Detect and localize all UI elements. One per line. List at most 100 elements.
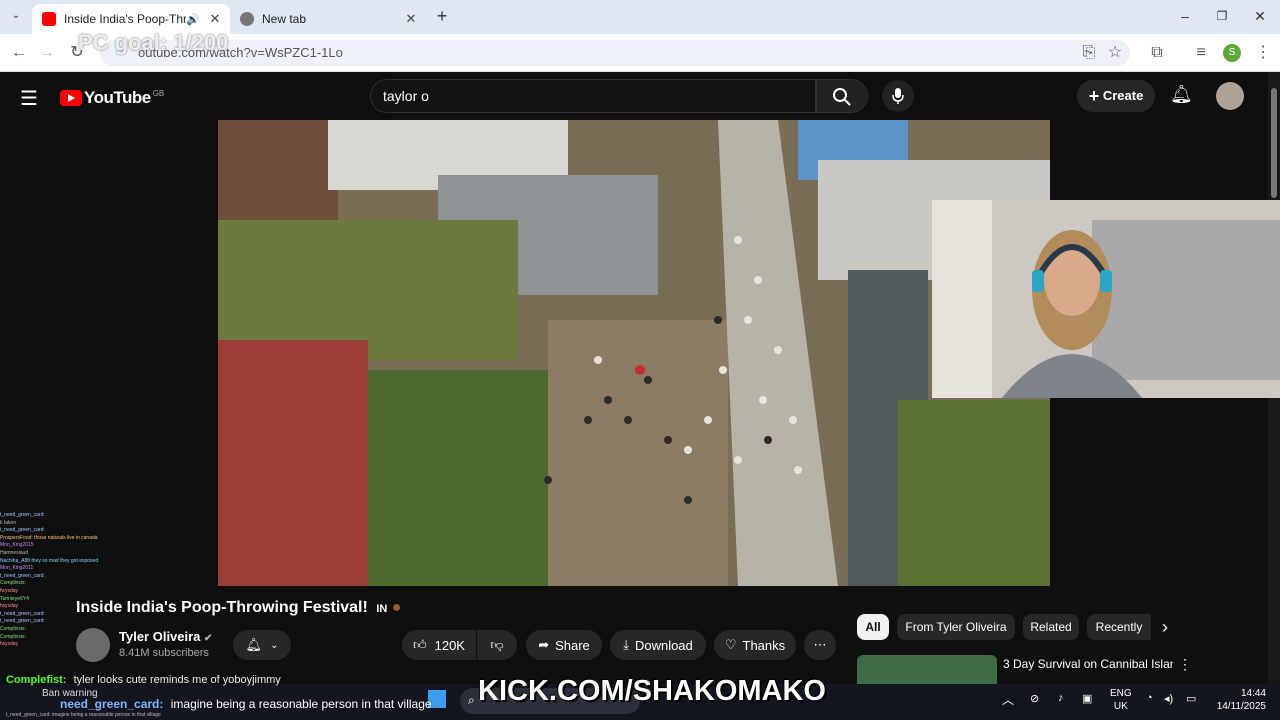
chip-all[interactable]: All [857,614,889,640]
chat-username: Complefist: [6,674,67,686]
profile-avatar[interactable]: S [1223,44,1241,62]
language-code: ENG [1110,688,1132,699]
chat-line: Tannieye6Y4 [0,595,29,602]
chat-line: ProspersFood: those naturals live in can… [0,534,98,541]
subscribe-notifications-button[interactable]: 🔔︎ ⌄ [233,630,291,660]
video-player[interactable] [218,120,1050,586]
chat-line: t_need_green_card: [0,618,45,625]
youtube-logo[interactable]: YouTube GB [60,88,164,108]
close-tab-icon[interactable]: ✕ [206,11,224,27]
tab-search-icon[interactable]: ⌄ [6,6,26,26]
chevron-up-icon[interactable]: ︿ [1002,691,1014,708]
chat-line: Hamnesiaud [0,549,29,556]
back-arrow-icon[interactable]: ← [8,42,30,64]
wifi-icon[interactable]: ◔ [1146,692,1153,704]
chat-line: t_need_green_card: imagine being a reaso… [6,712,161,718]
share-button[interactable]: ➦ Share [526,630,602,660]
chat-message: tyler looks cute reminds me of yoboyjimm… [73,674,281,686]
chip-related[interactable]: Related [1023,614,1079,640]
browser-menu-icon[interactable]: ⋮ [1252,42,1274,64]
subscriber-count: 8.41M subscribers [119,647,209,659]
hamburger-menu-icon[interactable]: ☰ [20,86,38,111]
more-actions-button[interactable]: ⋯ [804,630,836,660]
new-tab-button[interactable]: + [432,6,452,26]
create-button[interactable]: + Create [1077,80,1155,112]
chip-recently[interactable]: Recently [1087,614,1151,640]
chat-message: imagine being a reasonable person in tha… [170,697,432,711]
chat-highlight-2: need_green_card: imagine being a reasona… [60,697,432,711]
close-window-button[interactable]: ✕ [1250,6,1270,26]
chip-from-channel[interactable]: From Tyler Oliveira [897,614,1015,640]
search-input[interactable]: taylor o [370,79,816,113]
chat-line: t_need_green_card: [0,572,45,579]
thumbs-down-icon: 👎︎ [490,637,504,652]
maximize-button[interactable]: ❐ [1212,6,1232,26]
display-icon[interactable]: ▣ [1082,692,1092,705]
kick-url-text: KICK.COM/SHAKOMAKO [478,675,826,707]
close-tab-icon[interactable]: ✕ [402,11,420,27]
recommended-thumbnail[interactable] [857,655,997,684]
mic-icon[interactable]: ♪ [1058,692,1064,704]
recommended-menu-icon[interactable]: ⋮ [1178,656,1192,673]
minimize-button[interactable]: – [1175,6,1195,26]
volume-icon[interactable]: ◂) [1164,692,1173,705]
youtube-play-icon [60,90,82,106]
verified-check-icon: ✔ [204,633,213,644]
poop-emoji-icon: ● [391,599,402,616]
speaker-icon[interactable]: 🔊 [186,13,200,26]
tab-title: New tab [262,12,307,26]
tab-new-tab[interactable]: New tab ✕ [230,4,426,34]
install-app-icon[interactable]: ⎘ [1078,42,1100,64]
dislike-button[interactable]: 👎︎ [477,630,517,660]
microphone-icon [892,88,904,104]
account-avatar[interactable] [1216,82,1244,110]
download-button[interactable]: ⤓ Download [610,630,706,660]
battery-icon[interactable]: ▭ [1186,692,1196,705]
thumbs-up-icon: 👍︎ [413,637,427,652]
webcam-frame [932,200,1280,398]
share-label: Share [555,637,590,653]
address-bar[interactable]: outube.com/watch?v=WsPZC1-1Lo [100,40,1130,66]
media-controls-icon[interactable]: ≡ [1190,42,1212,64]
language-indicator[interactable]: ENG UK [1110,687,1132,713]
channel-name[interactable]: Tyler Oliveira ✔ [119,629,212,644]
like-count: 120K [434,637,465,653]
search-icon: ⌕ [468,693,475,707]
chrome-favicon-icon [240,12,254,26]
kick-channel-banner: KICK.COM/SHAKOMAKO [478,675,826,708]
more-dots-icon: ⋯ [813,637,827,652]
region-code: GB [152,88,165,98]
chat-line: Complinsis: [0,580,26,587]
pc-goal-overlay: PC goal: 1/200 [78,30,229,55]
chevron-right-icon[interactable]: › [1162,617,1168,638]
chat-highlight-1: Complefist: tyler looks cute reminds me … [6,674,281,686]
clock-time: 14:44 [1240,688,1266,699]
video-frame [218,120,1050,586]
search-icon [833,88,851,106]
like-button[interactable]: 👍︎ 120K [402,630,476,660]
thanks-button[interactable]: ♡ Thanks [714,630,796,660]
recommended-title[interactable]: 3 Day Survival on Cannibal Island [1003,656,1173,672]
chat-line: fwysday [0,641,19,648]
thanks-label: Thanks [742,637,786,653]
chat-line: k taken [0,519,17,526]
extensions-icon[interactable]: ⧉ [1146,42,1168,64]
scrollbar-thumb[interactable] [1271,88,1277,198]
streamer-webcam [932,200,1280,398]
channel-name-text: Tyler Oliveira [119,629,201,644]
chat-line: Complinsis: [0,625,26,632]
system-clock[interactable]: 14:44 14/11/2025 [1208,687,1266,713]
country-code: IN [376,603,388,615]
voice-search-button[interactable] [882,80,914,112]
create-label: Create [1102,88,1144,103]
chat-line: t_need_green_card: [0,512,45,518]
search-button[interactable] [816,79,868,113]
bookmark-star-icon[interactable]: ☆ [1104,42,1126,64]
notifications-bell-icon[interactable]: 🔔︎ [1170,84,1193,105]
super-thanks-icon: ♡ [724,637,737,652]
chat-username: need_green_card: [60,697,164,711]
chat-line: Mon_King2015 [0,542,34,549]
forward-arrow-icon[interactable]: → [36,42,58,64]
clock-date: 14/11/2025 [1216,701,1266,712]
camera-off-icon[interactable]: ⊘ [1030,692,1039,705]
